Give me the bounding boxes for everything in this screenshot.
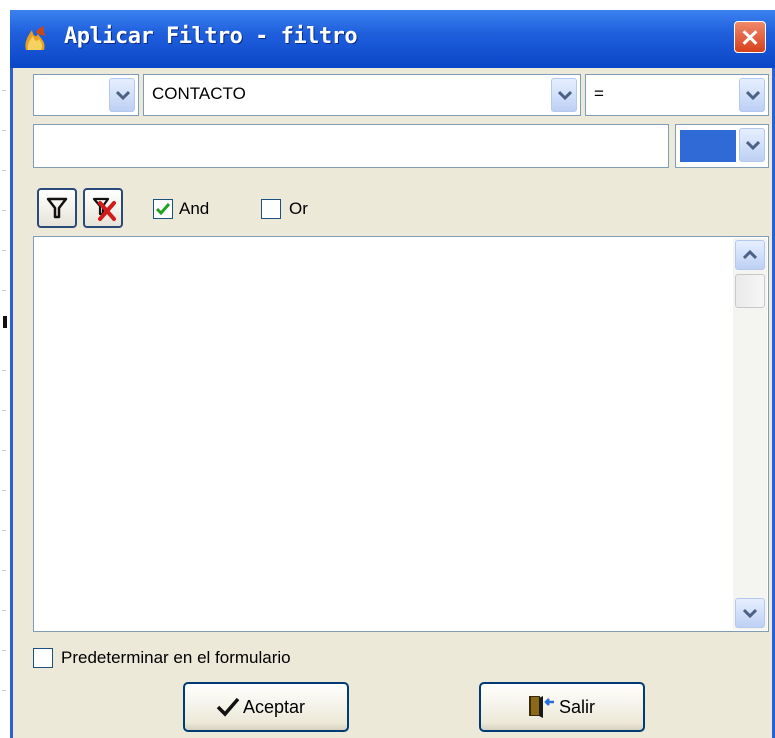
exit-button[interactable]: Salir	[479, 682, 645, 732]
field-select[interactable]: CONTACTO	[143, 74, 581, 116]
background-mark	[3, 316, 7, 328]
filter-criteria-list[interactable]	[33, 236, 769, 632]
value-input[interactable]	[33, 124, 669, 168]
operator-select-value: =	[594, 84, 604, 103]
operator-select[interactable]: =	[585, 74, 769, 116]
scrollbar-thumb[interactable]	[735, 274, 765, 308]
app-flame-icon	[22, 24, 50, 54]
chevron-down-icon[interactable]	[109, 78, 135, 112]
filter-dialog: Aplicar Filtro - filtro CONTACTO = And O…	[10, 10, 775, 738]
accept-label: Aceptar	[243, 697, 306, 717]
dialog-body: CONTACTO = And Or Predeterminar en el fo…	[13, 68, 772, 738]
or-label: Or	[289, 199, 308, 218]
accept-button[interactable]: Aceptar	[183, 682, 349, 732]
title-bar[interactable]: Aplicar Filtro - filtro	[10, 10, 775, 68]
chevron-down-icon[interactable]	[739, 78, 765, 112]
window-title: Aplicar Filtro - filtro	[64, 24, 358, 49]
or-checkbox[interactable]	[261, 199, 281, 219]
remove-filter-button[interactable]	[83, 188, 123, 228]
color-swatch	[680, 130, 736, 162]
color-select[interactable]	[675, 124, 769, 168]
background-strip	[0, 0, 10, 738]
and-checkbox[interactable]	[153, 199, 173, 219]
field-select-value: CONTACTO	[152, 84, 246, 103]
add-filter-button[interactable]	[37, 188, 77, 228]
scroll-down-button[interactable]	[735, 598, 765, 628]
chevron-down-icon[interactable]	[739, 128, 765, 162]
vertical-scrollbar[interactable]	[733, 238, 767, 630]
close-button[interactable]	[734, 21, 766, 53]
default-form-label: Predeterminar en el formulario	[61, 648, 291, 667]
exit-label: Salir	[559, 697, 596, 717]
chevron-down-icon[interactable]	[551, 78, 577, 112]
scroll-up-button[interactable]	[735, 240, 765, 270]
and-label: And	[179, 199, 210, 218]
default-form-checkbox[interactable]	[33, 648, 53, 668]
prefix-select[interactable]	[33, 74, 139, 116]
